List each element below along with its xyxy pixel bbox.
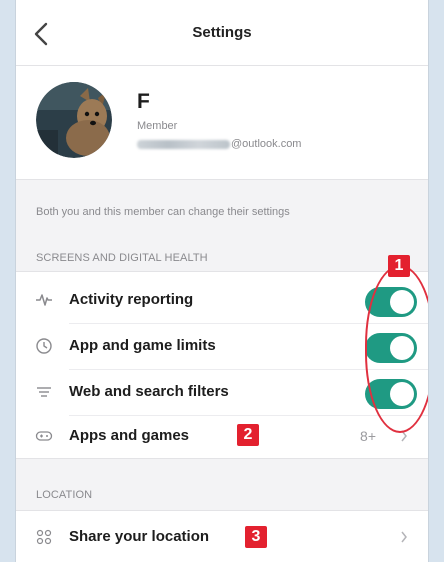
filter-icon: [37, 387, 51, 397]
gamepad-icon: [35, 431, 53, 441]
row-label: Activity reporting: [69, 291, 194, 308]
annotation-badge-2: 2: [237, 424, 259, 446]
people-icon: [36, 529, 52, 545]
nav-header: Settings: [16, 0, 428, 66]
activity-pulse-icon: [36, 294, 52, 306]
chevron-right-icon: [401, 531, 407, 543]
row-label: Share your location: [69, 528, 210, 545]
avatar: [36, 82, 112, 158]
section-label-screens: SCREENS AND DIGITAL HEALTH: [36, 252, 208, 264]
row-label: Apps and games: [69, 427, 190, 444]
phone-screen: Settings F Member @outlook.com Both you …: [16, 0, 428, 562]
row-label: Web and search filters: [69, 383, 229, 400]
annotation-badge-3: 3: [245, 526, 267, 548]
member-role: Member: [137, 120, 178, 132]
clock-icon: [36, 338, 52, 354]
permissions-note: Both you and this member can change thei…: [36, 206, 290, 218]
location-group: Share your location: [16, 510, 428, 562]
age-rating-value: 8+: [360, 428, 376, 444]
member-name: F: [137, 90, 150, 113]
page-title: Settings: [192, 24, 252, 41]
row-share-location[interactable]: Share your location: [16, 515, 428, 560]
annotation-badge-1: 1: [388, 255, 410, 277]
member-profile: F Member @outlook.com: [16, 66, 428, 180]
row-label: App and game limits: [69, 337, 216, 354]
section-label-location: LOCATION: [36, 489, 93, 501]
redacted-email-prefix: [137, 139, 230, 149]
member-email: @outlook.com: [137, 138, 301, 150]
row-apps-and-games[interactable]: Apps and games 8+: [16, 414, 428, 459]
annotation-ring: [365, 265, 428, 433]
